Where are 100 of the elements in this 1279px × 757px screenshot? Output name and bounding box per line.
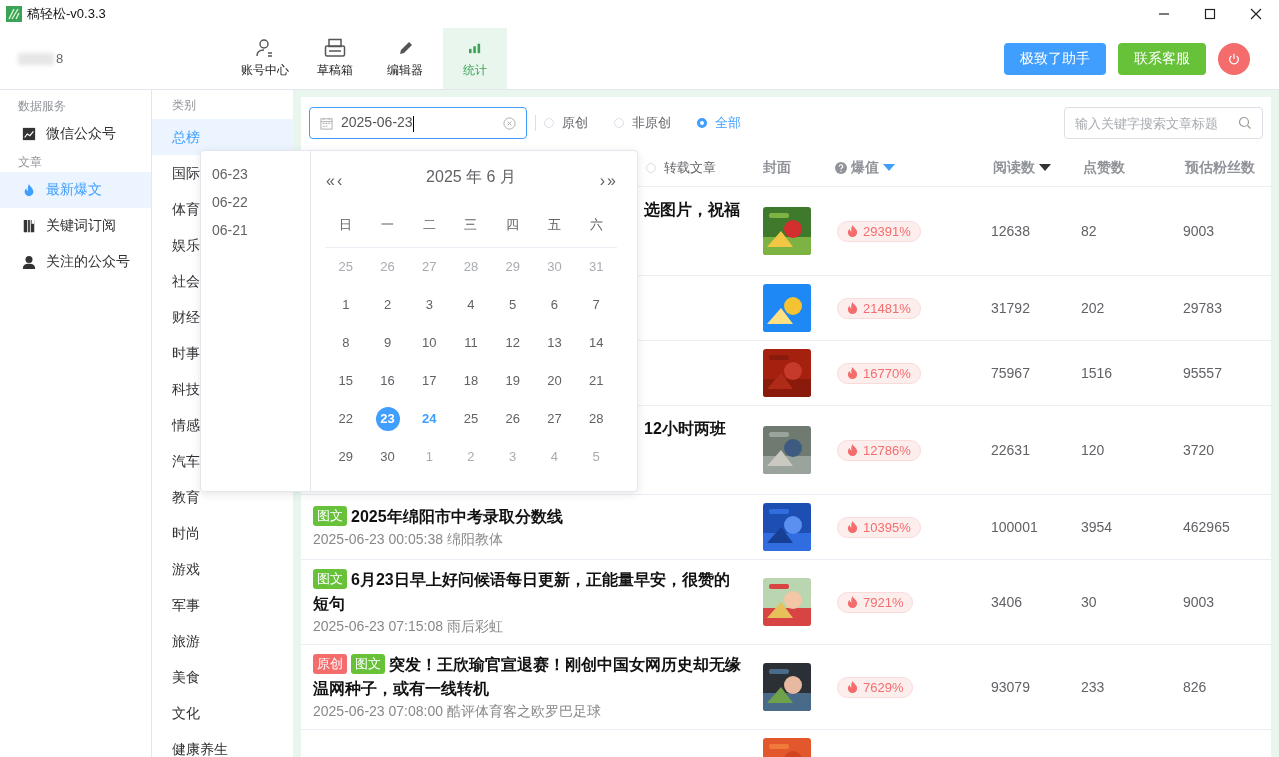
calendar-day[interactable]: 9 (375, 331, 400, 355)
table-cell: 29783 (1183, 300, 1222, 316)
category-item[interactable]: 美食 (152, 659, 293, 695)
hot-badge: 12786% (837, 439, 921, 461)
next-month-button[interactable]: › (598, 172, 607, 190)
calendar-day[interactable]: 11 (459, 331, 483, 355)
calendar-day[interactable]: 26 (500, 407, 525, 431)
next-year-button[interactable]: » (606, 172, 617, 190)
article-title[interactable]: 图文 6月23日早上好问候语每日更新，正能量早安，很赞的短句 (313, 568, 743, 616)
article-title[interactable]: 选图片，祝福 (644, 201, 740, 218)
calendar-day[interactable]: 18 (459, 369, 483, 393)
calendar-day[interactable]: 12 (500, 331, 525, 355)
calendar-day[interactable]: 19 (500, 369, 525, 393)
calendar-day[interactable]: 14 (584, 331, 609, 355)
hot-badge: 29391% (837, 220, 921, 242)
table-cell: 202 (1081, 300, 1105, 316)
calendar-day[interactable]: 15 (333, 369, 358, 393)
prev-year-button[interactable]: « (325, 172, 336, 190)
weekday-label: 四 (505, 216, 521, 234)
month-title: 2025 年 6 月 (425, 166, 517, 187)
table-cell: 1516 (1081, 365, 1113, 381)
category-item[interactable]: 文化 (152, 695, 293, 731)
table-cell: 95557 (1183, 365, 1222, 381)
calendar-day[interactable]: 7 (584, 293, 609, 317)
table-cell: 12638 (991, 223, 1030, 239)
calendar-day[interactable]: 8 (333, 331, 358, 355)
article-title[interactable]: 图文 2025年绵阳市中考录取分数线 (313, 505, 743, 529)
maximize-icon[interactable] (1204, 8, 1216, 20)
weekday-label: 日 (338, 216, 354, 234)
section-heading: 文章 (17, 154, 43, 171)
app-logo-icon (6, 6, 22, 22)
line-chart-icon (22, 127, 36, 141)
calendar-day[interactable]: 1 (333, 293, 358, 317)
article-title[interactable]: 12小时两班 (644, 420, 726, 437)
table-cell: 31792 (991, 300, 1030, 316)
hot-badge: 16770% (837, 362, 921, 384)
filter-radio[interactable]: 非原创 (614, 114, 671, 132)
sidebar-item[interactable]: 微信公众号 (0, 116, 151, 152)
calendar-day[interactable]: 22 (333, 407, 358, 431)
sidebar-item[interactable]: 关注的公众号 (0, 244, 151, 280)
calendar-day[interactable]: 3 (417, 293, 442, 317)
printer-icon (324, 38, 346, 58)
hot-badge: 7921% (837, 591, 914, 613)
nav-tab[interactable]: 账号中心 (233, 28, 297, 89)
repost-radio[interactable]: 转载文章 (646, 158, 716, 177)
table-cell: 3720 (1183, 442, 1215, 458)
calendar-day[interactable]: 29 (333, 445, 358, 469)
close-icon[interactable] (1250, 8, 1262, 20)
redacted-blur (18, 52, 54, 65)
sidebar-item[interactable]: 关键词订阅 (0, 208, 151, 244)
category-item[interactable]: 健康养生 (152, 731, 293, 757)
date-shortcut[interactable]: 06-22 (201, 188, 310, 216)
weekday-label: 一 (380, 216, 396, 234)
calendar-day[interactable]: 17 (417, 369, 442, 393)
calendar-day[interactable]: 4 (459, 293, 483, 317)
calendar-day[interactable]: 30 (375, 445, 400, 469)
article-title[interactable]: 原创 图文 突发！王欣瑜官宣退赛！刚创中国女网历史却无缘温网种子，或有一线转机 (313, 653, 743, 701)
calendar-day[interactable]: 6 (542, 293, 567, 317)
nav-tab[interactable]: 草稿箱 (303, 28, 367, 89)
nav-tab[interactable]: 编辑器 (373, 28, 437, 89)
user-name: 8 (56, 51, 64, 66)
table-cell: 82 (1081, 223, 1097, 239)
table-cell: 462965 (1183, 519, 1230, 535)
category-heading: 类别 (171, 97, 197, 114)
bar-chart-icon (468, 42, 482, 54)
category-item[interactable]: 军事 (152, 587, 293, 623)
hot-badge: 10395% (837, 516, 921, 538)
calendar-day[interactable]: 10 (417, 331, 442, 355)
hot-badge: 7629% (837, 676, 914, 698)
section-heading: 数据服务 (17, 98, 67, 115)
calendar-day[interactable]: 16 (375, 369, 400, 393)
power-button[interactable] (1218, 42, 1250, 75)
calendar-day[interactable]: 28 (584, 407, 609, 431)
table-cell: 75967 (991, 365, 1030, 381)
date-field[interactable]: 2025-06-23 (309, 107, 527, 139)
weekday-label: 二 (421, 216, 437, 234)
help-icon (835, 161, 847, 174)
calendar-day[interactable]: 25 (459, 407, 483, 431)
date-shortcut[interactable]: 06-23 (201, 160, 310, 188)
calendar-day[interactable]: 2 (375, 293, 400, 317)
calendar-day[interactable]: 27 (542, 407, 567, 431)
table-cell: 3954 (1081, 519, 1113, 535)
filter-radio[interactable]: 原创 (544, 114, 588, 132)
table-cell: 93079 (991, 679, 1030, 695)
search-field[interactable]: 输入关键字搜索文章标题 (1064, 107, 1263, 139)
calendar-day[interactable]: 13 (542, 331, 567, 355)
date-shortcut[interactable]: 06-21 (201, 216, 310, 244)
article-meta: 2025-06-23 07:08:00 酷评体育客之欧罗巴足球 (313, 703, 602, 721)
calendar-day[interactable]: 20 (542, 369, 567, 393)
category-item[interactable]: 旅游 (152, 623, 293, 659)
category-item[interactable]: 游戏 (152, 551, 293, 587)
calendar-day[interactable]: 21 (584, 369, 609, 393)
prev-month-button[interactable]: ‹ (335, 172, 344, 190)
calendar-day[interactable]: 5 (500, 293, 525, 317)
article-meta: 2025-06-23 00:05:38 绵阳教体 (313, 531, 504, 549)
category-item[interactable]: 时尚 (152, 515, 293, 551)
flame-icon (22, 183, 36, 197)
sort-caret-icon[interactable] (1039, 164, 1051, 171)
table-cell: 30 (1081, 594, 1097, 610)
book-icon (22, 219, 36, 233)
